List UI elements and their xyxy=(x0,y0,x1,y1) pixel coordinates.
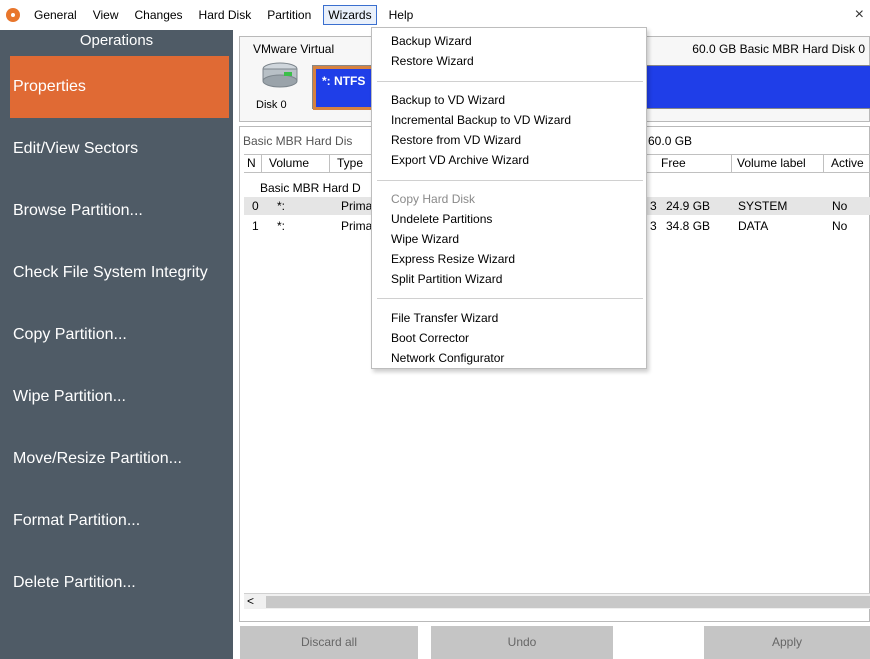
menu-item-restore-wizard[interactable]: Restore Wizard xyxy=(391,54,474,68)
column-header-free[interactable]: Free xyxy=(658,155,732,172)
cell-volume: *: xyxy=(277,199,286,213)
menu-changes[interactable]: Changes xyxy=(131,6,187,24)
menu-item-boot-corrector[interactable]: Boot Corrector xyxy=(391,331,469,345)
menu-separator xyxy=(377,298,643,299)
app-logo-icon xyxy=(6,8,20,22)
op-move-resize-partition[interactable]: Move/Resize Partition... xyxy=(0,428,233,490)
menu-item-restore-from-vd[interactable]: Restore from VD Wizard xyxy=(391,133,521,147)
column-header-volume-label[interactable]: Volume label xyxy=(734,155,824,172)
discard-all-button[interactable]: Discard all xyxy=(240,626,418,659)
sidebar-title: Operations xyxy=(79,32,154,49)
undo-button[interactable]: Undo xyxy=(431,626,613,659)
menu-item-network-configurator[interactable]: Network Configurator xyxy=(391,351,504,365)
scroll-left-arrow-icon[interactable]: < xyxy=(247,594,254,608)
cell-n: 0 xyxy=(252,199,259,213)
op-browse-partition[interactable]: Browse Partition... xyxy=(0,180,233,242)
menu-item-undelete-partitions[interactable]: Undelete Partitions xyxy=(391,212,492,226)
cell-size: 3 xyxy=(650,219,657,233)
op-edit-view-sectors[interactable]: Edit/View Sectors xyxy=(0,118,233,180)
column-header-type[interactable]: Type xyxy=(334,155,374,172)
menu-item-express-resize[interactable]: Express Resize Wizard xyxy=(391,252,515,266)
menu-item-backup-to-vd[interactable]: Backup to VD Wizard xyxy=(391,93,505,107)
hard-disk-icon[interactable] xyxy=(260,59,300,91)
cell-volume-label: DATA xyxy=(738,219,769,233)
op-delete-partition[interactable]: Delete Partition... xyxy=(0,552,233,614)
cell-volume-label: SYSTEM xyxy=(738,199,788,213)
menu-separator xyxy=(377,180,643,181)
horizontal-scrollbar[interactable]: < xyxy=(244,593,870,609)
wizards-dropdown-menu: Backup Wizard Restore Wizard Backup to V… xyxy=(371,27,647,369)
partition-label: *: NTFS xyxy=(322,74,366,88)
scrollbar-thumb[interactable] xyxy=(266,596,870,608)
cell-size: 3 xyxy=(650,199,657,213)
menu-separator xyxy=(377,81,643,82)
table-group-label: Basic MBR Hard D xyxy=(260,181,361,195)
cell-active: No xyxy=(832,199,848,213)
op-properties[interactable]: Properties xyxy=(10,56,229,118)
menu-item-split-partition[interactable]: Split Partition Wizard xyxy=(391,272,502,286)
menu-wizards[interactable]: Wizards xyxy=(323,5,377,25)
cell-n: 1 xyxy=(252,219,259,233)
close-icon[interactable]: × xyxy=(855,6,864,24)
disk-label: Disk 0 xyxy=(256,99,287,111)
column-header-volume[interactable]: Volume xyxy=(266,155,330,172)
selected-partition[interactable]: *: NTFS xyxy=(313,66,379,110)
menu-item-backup-wizard[interactable]: Backup Wizard xyxy=(391,34,472,48)
cell-free: 24.9 GB xyxy=(666,199,711,213)
cell-volume: *: xyxy=(277,219,286,233)
operations-sidebar: Operations Properties Edit/View Sectors … xyxy=(0,30,233,659)
cell-free: 34.8 GB xyxy=(666,219,711,233)
menu-item-wipe-wizard[interactable]: Wipe Wizard xyxy=(391,232,459,246)
cell-active: No xyxy=(832,219,848,233)
column-header-active[interactable]: Active xyxy=(828,155,870,172)
menu-partition[interactable]: Partition xyxy=(263,6,315,24)
op-wipe-partition[interactable]: Wipe Partition... xyxy=(0,366,233,428)
menu-bar: General View Changes Hard Disk Partition… xyxy=(0,0,870,30)
apply-button[interactable]: Apply xyxy=(704,626,870,659)
menu-item-export-vd-archive[interactable]: Export VD Archive Wizard xyxy=(391,153,529,167)
op-check-file-system[interactable]: Check File System Integrity xyxy=(0,242,233,304)
menu-view[interactable]: View xyxy=(89,6,123,24)
menu-item-copy-hard-disk: Copy Hard Disk xyxy=(391,192,476,206)
menu-item-file-transfer[interactable]: File Transfer Wizard xyxy=(391,311,498,325)
op-format-partition[interactable]: Format Partition... xyxy=(0,490,233,552)
menu-item-incremental-backup-vd[interactable]: Incremental Backup to VD Wizard xyxy=(391,113,571,127)
disk-name: VMware Virtual xyxy=(253,42,335,56)
menu-general[interactable]: General xyxy=(30,6,81,24)
menu-hard-disk[interactable]: Hard Disk xyxy=(195,6,256,24)
column-header-n[interactable]: N xyxy=(244,155,262,172)
op-copy-partition[interactable]: Copy Partition... xyxy=(0,304,233,366)
cell-type: Prima xyxy=(341,199,373,213)
table-title: Basic MBR Hard Dis xyxy=(243,134,353,148)
cell-type: Prima xyxy=(341,219,373,233)
menu-help[interactable]: Help xyxy=(385,6,418,24)
disk-info: 60.0 GB Basic MBR Hard Disk 0 xyxy=(692,42,865,56)
